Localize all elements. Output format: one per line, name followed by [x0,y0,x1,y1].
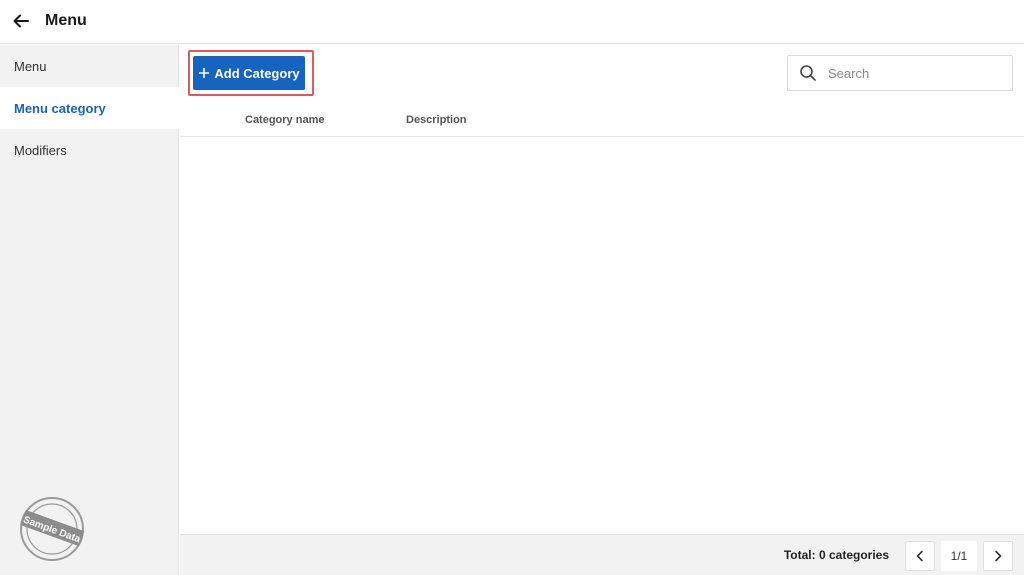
search-box[interactable] [787,55,1013,91]
total-count: Total: 0 categories [783,548,889,562]
add-category-label: Add Category [214,65,300,81]
sidebar-item-menu[interactable]: Menu [0,45,179,87]
pagination-footer: Total: 0 categories 1/1 [180,534,1024,575]
app-window: Menu Menu Menu category Modifiers Sample… [0,0,1024,575]
back-button[interactable] [10,10,32,32]
next-page-button[interactable] [983,541,1013,571]
sample-data-stamp: Sample Data [20,497,85,561]
sidebar-item-menu-category[interactable]: Menu category [0,87,179,129]
main-content: Add Category Category name Description T… [180,45,1024,575]
table-header: Category name Description [180,103,1024,137]
top-header: Menu [0,0,1024,44]
page-indicator: 1/1 [941,541,977,571]
previous-page-button[interactable] [905,541,935,571]
sidebar: Menu Menu category Modifiers Sample Data [0,45,179,575]
search-input[interactable] [828,58,998,88]
page-title: Menu [45,12,87,29]
chevron-left-icon [916,550,923,562]
column-header-category-name[interactable]: Category name [245,114,324,126]
column-header-description[interactable]: Description [406,114,467,126]
add-category-button[interactable]: Add Category [193,56,305,90]
sidebar-item-modifiers[interactable]: Modifiers [0,129,179,171]
arrow-left-icon [13,14,29,28]
search-icon [788,55,828,91]
chevron-right-icon [995,550,1002,562]
plus-icon [199,68,210,78]
